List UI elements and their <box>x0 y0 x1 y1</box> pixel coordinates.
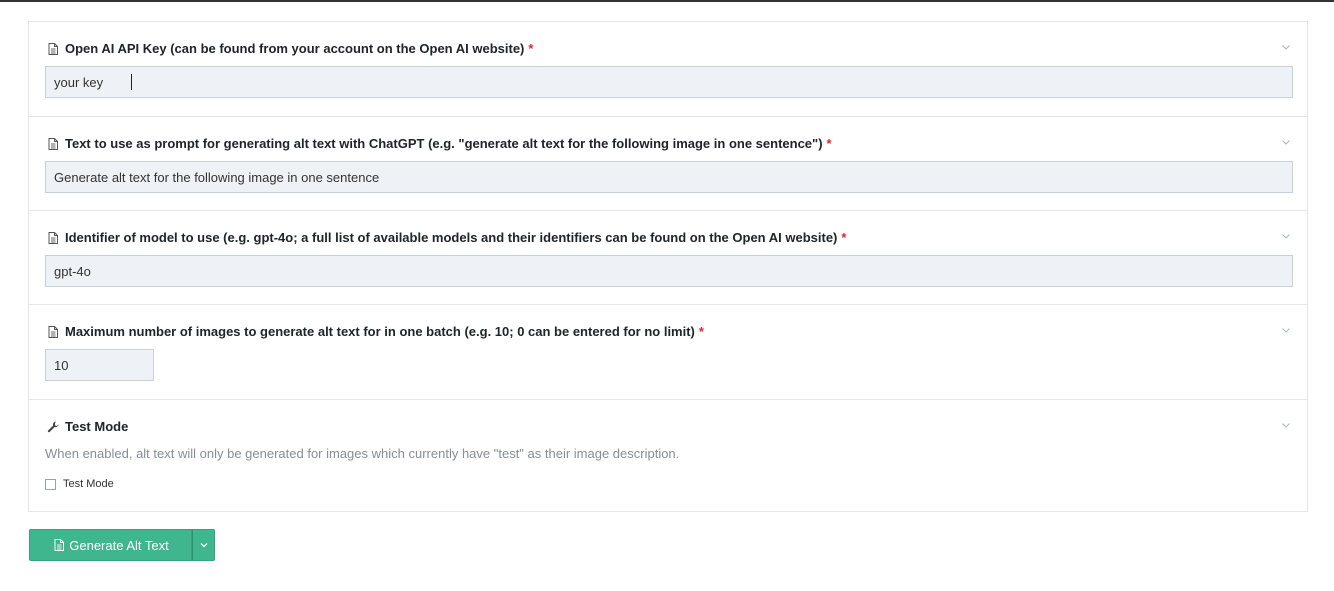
field-test-mode: Test Mode When enabled, alt text will on… <box>29 400 1307 513</box>
generate-button-group: Generate Alt Text <box>29 529 215 561</box>
api-key-input[interactable] <box>45 66 1293 98</box>
field-label-text: Text to use as prompt for generating alt… <box>65 136 823 151</box>
field-label: Identifier of model to use (e.g. gpt-4o;… <box>46 230 846 245</box>
document-icon <box>54 539 65 551</box>
generate-button-label: Generate Alt Text <box>69 537 169 553</box>
chevron-down-icon[interactable] <box>1281 420 1291 430</box>
model-input[interactable] <box>45 255 1293 287</box>
checkbox-label: Test Mode <box>63 478 114 490</box>
test-mode-checkbox-row[interactable]: Test Mode <box>45 478 114 490</box>
chevron-down-icon[interactable] <box>1281 137 1291 147</box>
test-mode-checkbox[interactable] <box>45 478 56 490</box>
field-label: Open AI API Key (can be found from your … <box>46 41 533 56</box>
chevron-down-icon[interactable] <box>1281 325 1291 335</box>
generate-alt-text-button[interactable]: Generate Alt Text <box>29 529 192 561</box>
field-model: Identifier of model to use (e.g. gpt-4o;… <box>29 211 1307 305</box>
field-label: Test Mode <box>46 419 128 434</box>
top-divider <box>0 0 1334 2</box>
chevron-down-icon[interactable] <box>1281 42 1291 52</box>
required-marker: * <box>826 136 832 151</box>
required-marker: * <box>698 324 704 339</box>
prompt-input[interactable] <box>45 161 1293 193</box>
document-icon <box>48 42 58 55</box>
field-max-images: Maximum number of images to generate alt… <box>29 305 1307 400</box>
generate-options-toggle[interactable] <box>192 529 215 561</box>
field-label: Text to use as prompt for generating alt… <box>46 136 832 151</box>
field-prompt: Text to use as prompt for generating alt… <box>29 117 1307 211</box>
field-label-text: Open AI API Key (can be found from your … <box>65 41 525 56</box>
wrench-icon <box>47 421 59 432</box>
required-marker: * <box>841 230 847 245</box>
test-mode-description: When enabled, alt text will only be gene… <box>45 446 680 461</box>
document-icon <box>48 231 58 244</box>
settings-panel: Open AI API Key (can be found from your … <box>28 21 1308 512</box>
max-images-input[interactable] <box>45 349 154 381</box>
field-api-key: Open AI API Key (can be found from your … <box>29 22 1307 117</box>
field-label-text: Test Mode <box>65 419 129 434</box>
chevron-down-icon <box>200 543 207 548</box>
field-label: Maximum number of images to generate alt… <box>46 324 704 339</box>
text-cursor <box>131 74 132 90</box>
field-label-text: Identifier of model to use (e.g. gpt-4o;… <box>65 230 838 245</box>
document-icon <box>48 325 58 338</box>
required-marker: * <box>528 41 534 56</box>
chevron-down-icon[interactable] <box>1281 231 1291 241</box>
field-label-text: Maximum number of images to generate alt… <box>65 324 695 339</box>
document-icon <box>48 137 58 150</box>
